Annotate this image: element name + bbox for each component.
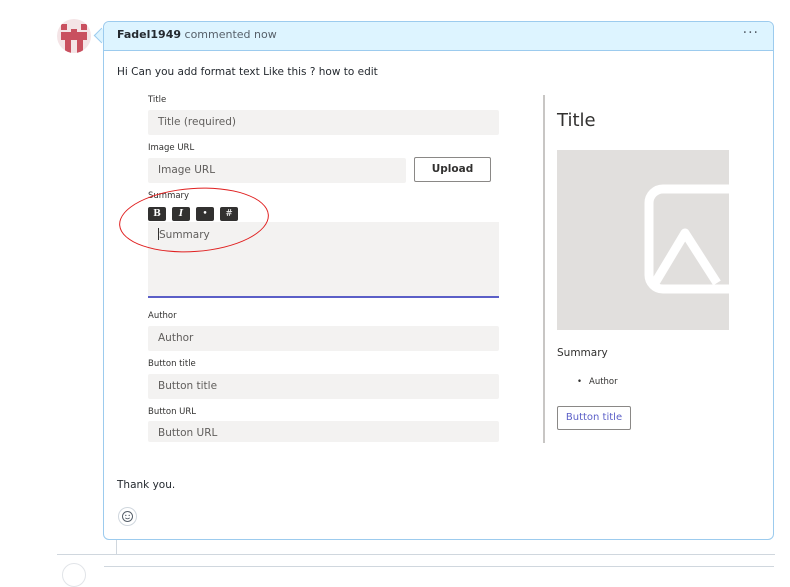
timeline-line bbox=[116, 540, 117, 554]
image-icon bbox=[557, 150, 729, 330]
comment-outro: Thank you. bbox=[117, 479, 176, 491]
upload-button[interactable]: Upload bbox=[414, 157, 491, 182]
title-input[interactable]: Title (required) bbox=[148, 110, 499, 135]
button-url-label: Button URL bbox=[148, 407, 197, 417]
smiley-icon[interactable] bbox=[118, 507, 137, 526]
italic-button[interactable]: I bbox=[172, 207, 190, 221]
comment-intro: Hi Can you add format text Like this ? h… bbox=[117, 66, 378, 78]
preview-divider bbox=[543, 95, 545, 443]
image-url-input[interactable]: Image URL bbox=[148, 158, 406, 183]
button-title-label: Button title bbox=[148, 359, 196, 369]
avatar[interactable] bbox=[57, 19, 91, 53]
author-input[interactable]: Author bbox=[148, 326, 499, 351]
comment-author[interactable]: Fadel1949 bbox=[117, 28, 181, 41]
comment-card: Fadel1949 commented now ··· Hi Can you a… bbox=[103, 21, 774, 540]
preview-button[interactable]: Button title bbox=[557, 406, 631, 430]
preview-title: Title bbox=[557, 110, 596, 131]
heading-button[interactable]: # bbox=[220, 207, 238, 221]
image-url-label: Image URL bbox=[148, 143, 195, 153]
comment-header: Fadel1949 commented now ··· bbox=[104, 22, 773, 51]
next-comment-edge bbox=[104, 566, 774, 577]
bullet-icon: • bbox=[577, 377, 583, 387]
comment-timestamp: commented now bbox=[184, 28, 277, 41]
next-avatar bbox=[62, 563, 86, 587]
bullet-button[interactable]: • bbox=[196, 207, 214, 221]
button-title-input[interactable]: Button title bbox=[148, 374, 499, 399]
button-url-input[interactable]: Button URL bbox=[148, 421, 499, 442]
preview-author: Author bbox=[589, 377, 618, 387]
bold-button[interactable]: B bbox=[148, 207, 166, 221]
timeline-divider bbox=[57, 554, 775, 555]
author-label: Author bbox=[148, 311, 177, 321]
summary-textarea[interactable]: Summary bbox=[148, 222, 499, 298]
summary-placeholder: Summary bbox=[159, 229, 210, 241]
more-options-icon[interactable]: ··· bbox=[743, 25, 759, 41]
summary-label: Summary bbox=[148, 191, 190, 201]
preview-summary: Summary bbox=[557, 347, 608, 359]
title-label: Title bbox=[148, 95, 167, 105]
